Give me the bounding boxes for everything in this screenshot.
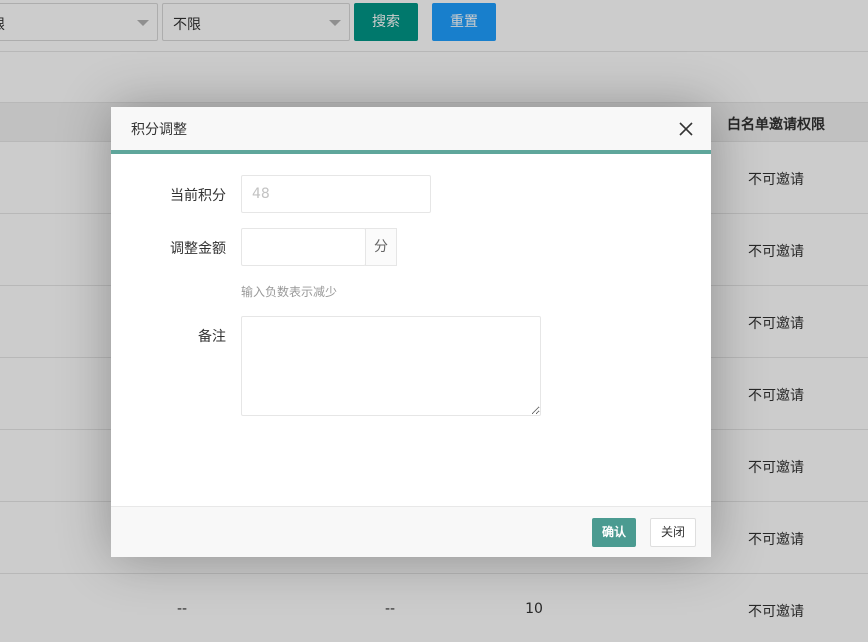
close-button[interactable]: 关闭	[650, 518, 696, 547]
dialog-title: 积分调整	[131, 122, 187, 138]
points-adjust-dialog: 积分调整 当前积分 调整金额 分 输入负数表示减少 备注 确认 关闭	[111, 107, 711, 557]
remark-textarea[interactable]	[241, 316, 541, 416]
remark-label: 备注	[198, 329, 226, 345]
current-points-field	[241, 175, 431, 213]
current-points-label: 当前积分	[170, 188, 226, 204]
dialog-header: 积分调整	[111, 107, 711, 150]
adjust-amount-label: 调整金额	[170, 241, 226, 257]
confirm-button[interactable]: 确认	[592, 518, 636, 547]
close-icon[interactable]	[677, 120, 695, 138]
amount-unit-suffix: 分	[365, 228, 397, 266]
dialog-footer: 确认 关闭	[111, 506, 711, 557]
amount-hint: 输入负数表示减少	[241, 285, 338, 299]
adjust-amount-field[interactable]	[241, 228, 366, 266]
dialog-header-divider	[111, 150, 711, 154]
